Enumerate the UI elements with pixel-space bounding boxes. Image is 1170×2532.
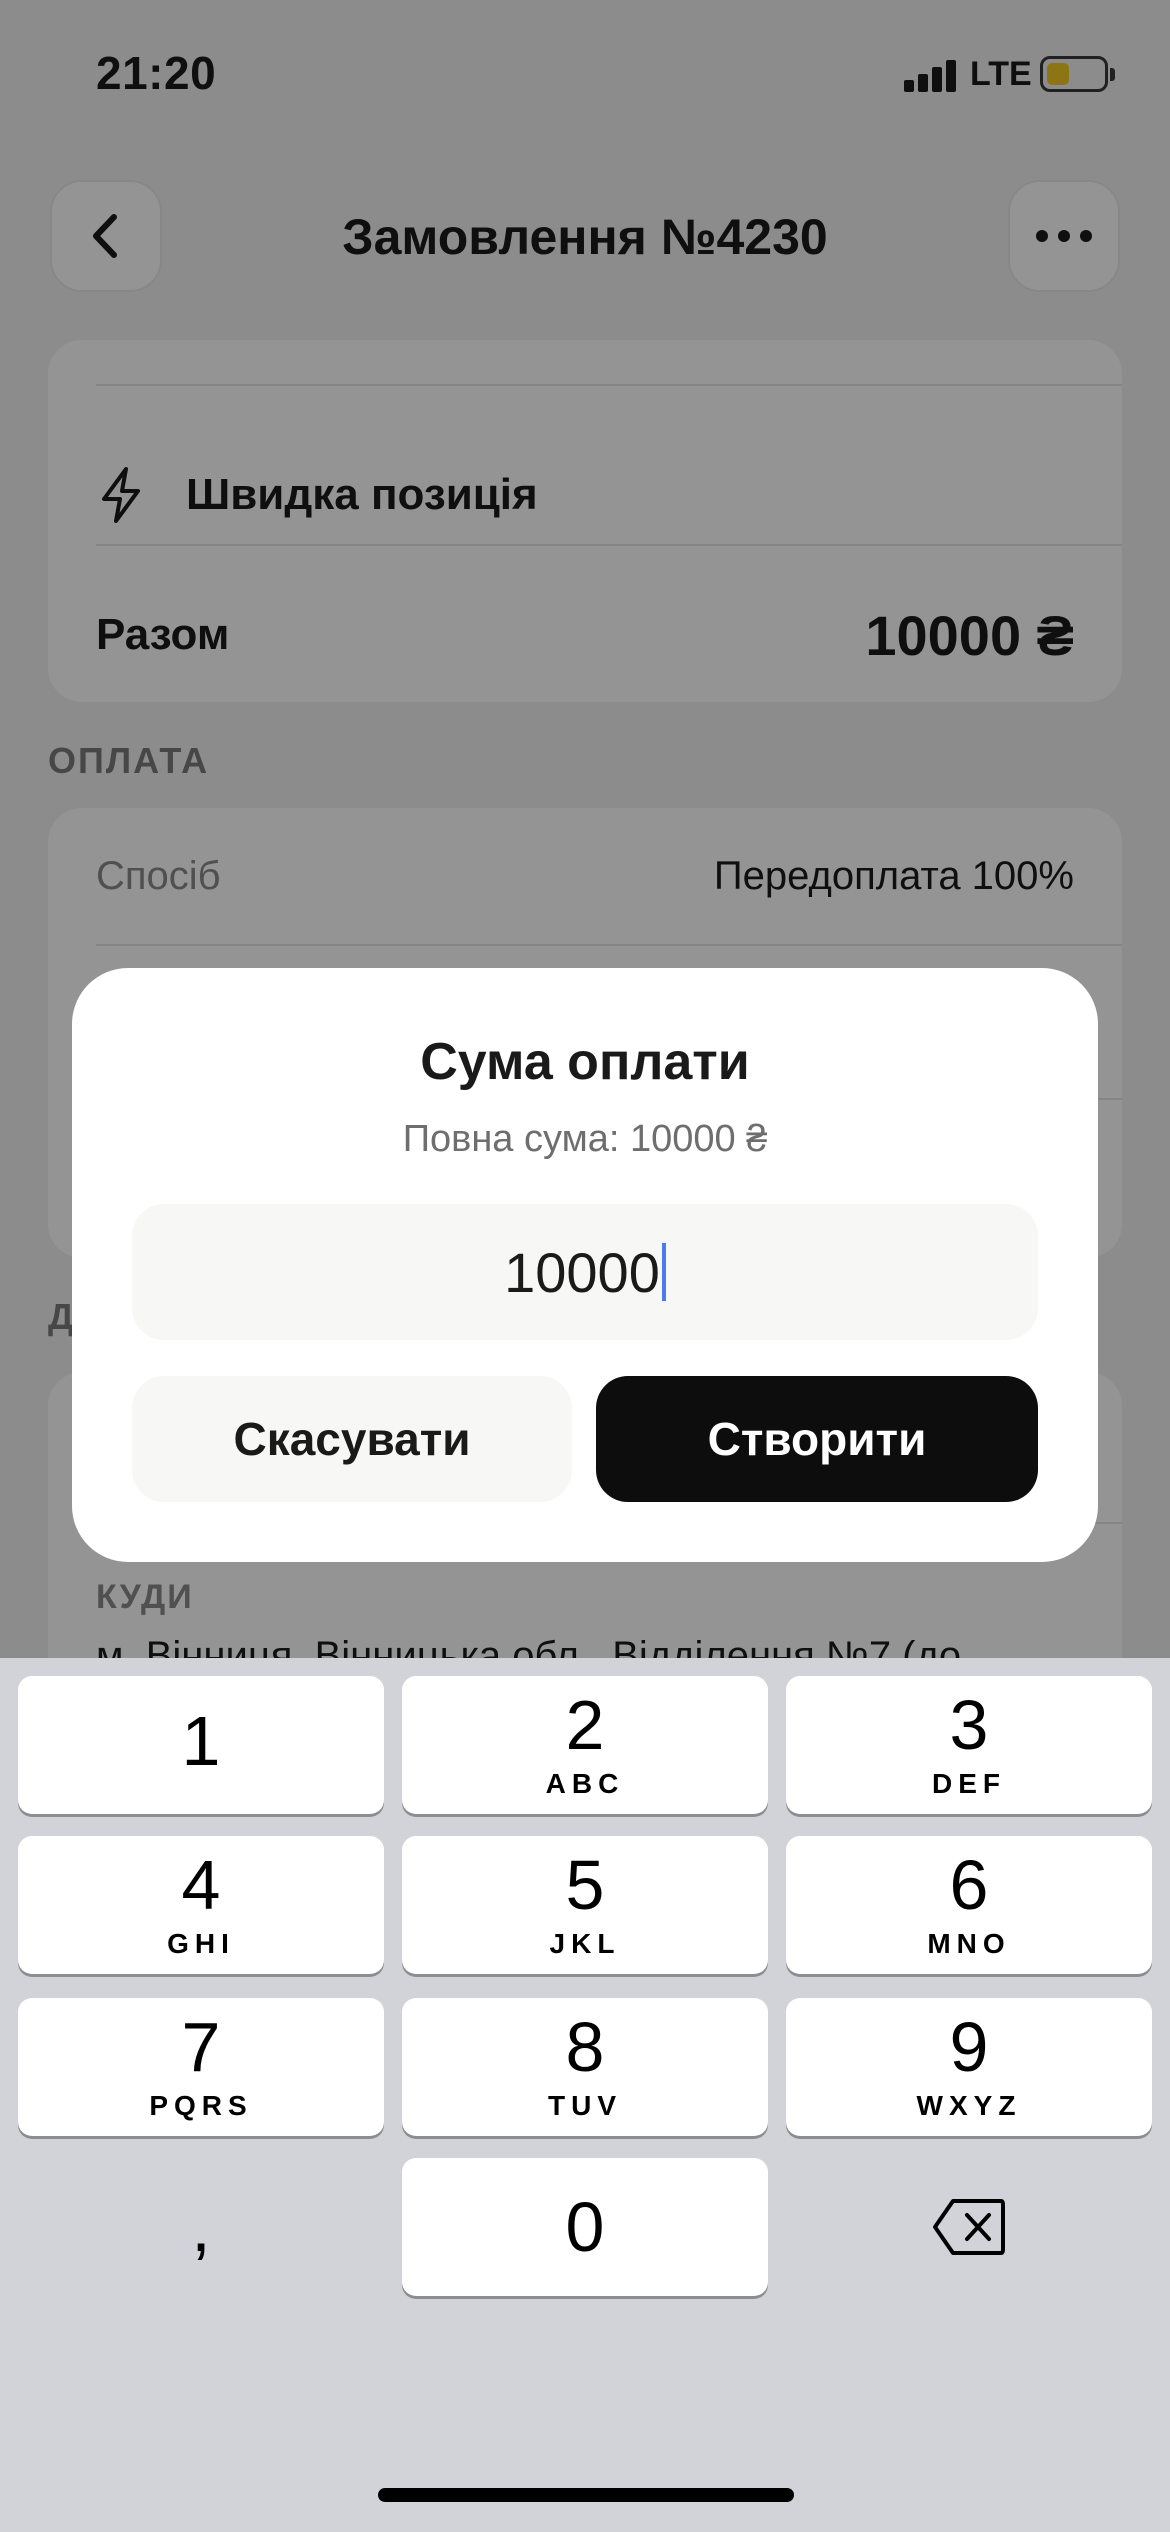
amount-value: 10000 xyxy=(504,1240,660,1304)
amount-input[interactable]: 10000 xyxy=(132,1204,1038,1340)
key-5[interactable]: 5 JKL xyxy=(402,1836,768,1974)
key-digit: 9 xyxy=(949,2008,989,2086)
key-6[interactable]: 6 MNO xyxy=(786,1836,1152,1974)
numeric-keypad: 1 2 ABC 3 DEF 4 GHI 5 JKL 6 MNO 7 PQRS 8 TUV 9 W… xyxy=(0,1658,1170,2532)
key-letters: GHI xyxy=(167,1928,235,1959)
key-digit: 3 xyxy=(949,1686,989,1764)
home-indicator[interactable] xyxy=(378,2488,794,2502)
key-letters: DEF xyxy=(932,1768,1006,1799)
key-digit: 5 xyxy=(565,1846,605,1924)
key-digit: 7 xyxy=(181,2008,221,2086)
dialog-subtitle: Повна сума: 10000 ₴ xyxy=(402,1118,768,1160)
key-comma-label: , xyxy=(191,2188,211,2266)
key-letters: PQRS xyxy=(149,2090,253,2121)
key-digit: 4 xyxy=(181,1846,221,1924)
key-letters: ABC xyxy=(545,1768,625,1799)
key-3[interactable]: 3 DEF xyxy=(786,1676,1152,1814)
key-digit: 8 xyxy=(565,2008,605,2086)
key-1[interactable]: 1 xyxy=(18,1676,384,1814)
payment-amount-dialog: Сума оплати Повна сума: 10000 ₴ 10000 Ск… xyxy=(72,968,1098,1562)
key-letters: JKL xyxy=(549,1928,621,1959)
key-7[interactable]: 7 PQRS xyxy=(18,1998,384,2136)
key-backspace[interactable] xyxy=(786,2158,1152,2296)
key-2[interactable]: 2 ABC xyxy=(402,1676,768,1814)
key-8[interactable]: 8 TUV xyxy=(402,1998,768,2136)
key-digit: 0 xyxy=(565,2188,605,2266)
text-caret xyxy=(661,1243,666,1301)
key-4[interactable]: 4 GHI xyxy=(18,1836,384,1974)
key-0[interactable]: 0 xyxy=(402,2158,768,2296)
key-letters: WXYZ xyxy=(916,2090,1022,2121)
create-button[interactable]: Створити xyxy=(596,1376,1038,1502)
key-digit: 2 xyxy=(565,1686,605,1764)
key-letters: MNO xyxy=(927,1928,1011,1959)
key-letters: TUV xyxy=(548,2090,622,2121)
key-digit: 6 xyxy=(949,1846,989,1924)
key-comma[interactable]: , xyxy=(18,2158,384,2296)
backspace-icon xyxy=(933,2199,1005,2255)
key-digit: 1 xyxy=(181,1702,221,1780)
key-9[interactable]: 9 WXYZ xyxy=(786,1998,1152,2136)
dialog-title: Сума оплати xyxy=(420,1033,750,1091)
cancel-button[interactable]: Скасувати xyxy=(132,1376,572,1502)
